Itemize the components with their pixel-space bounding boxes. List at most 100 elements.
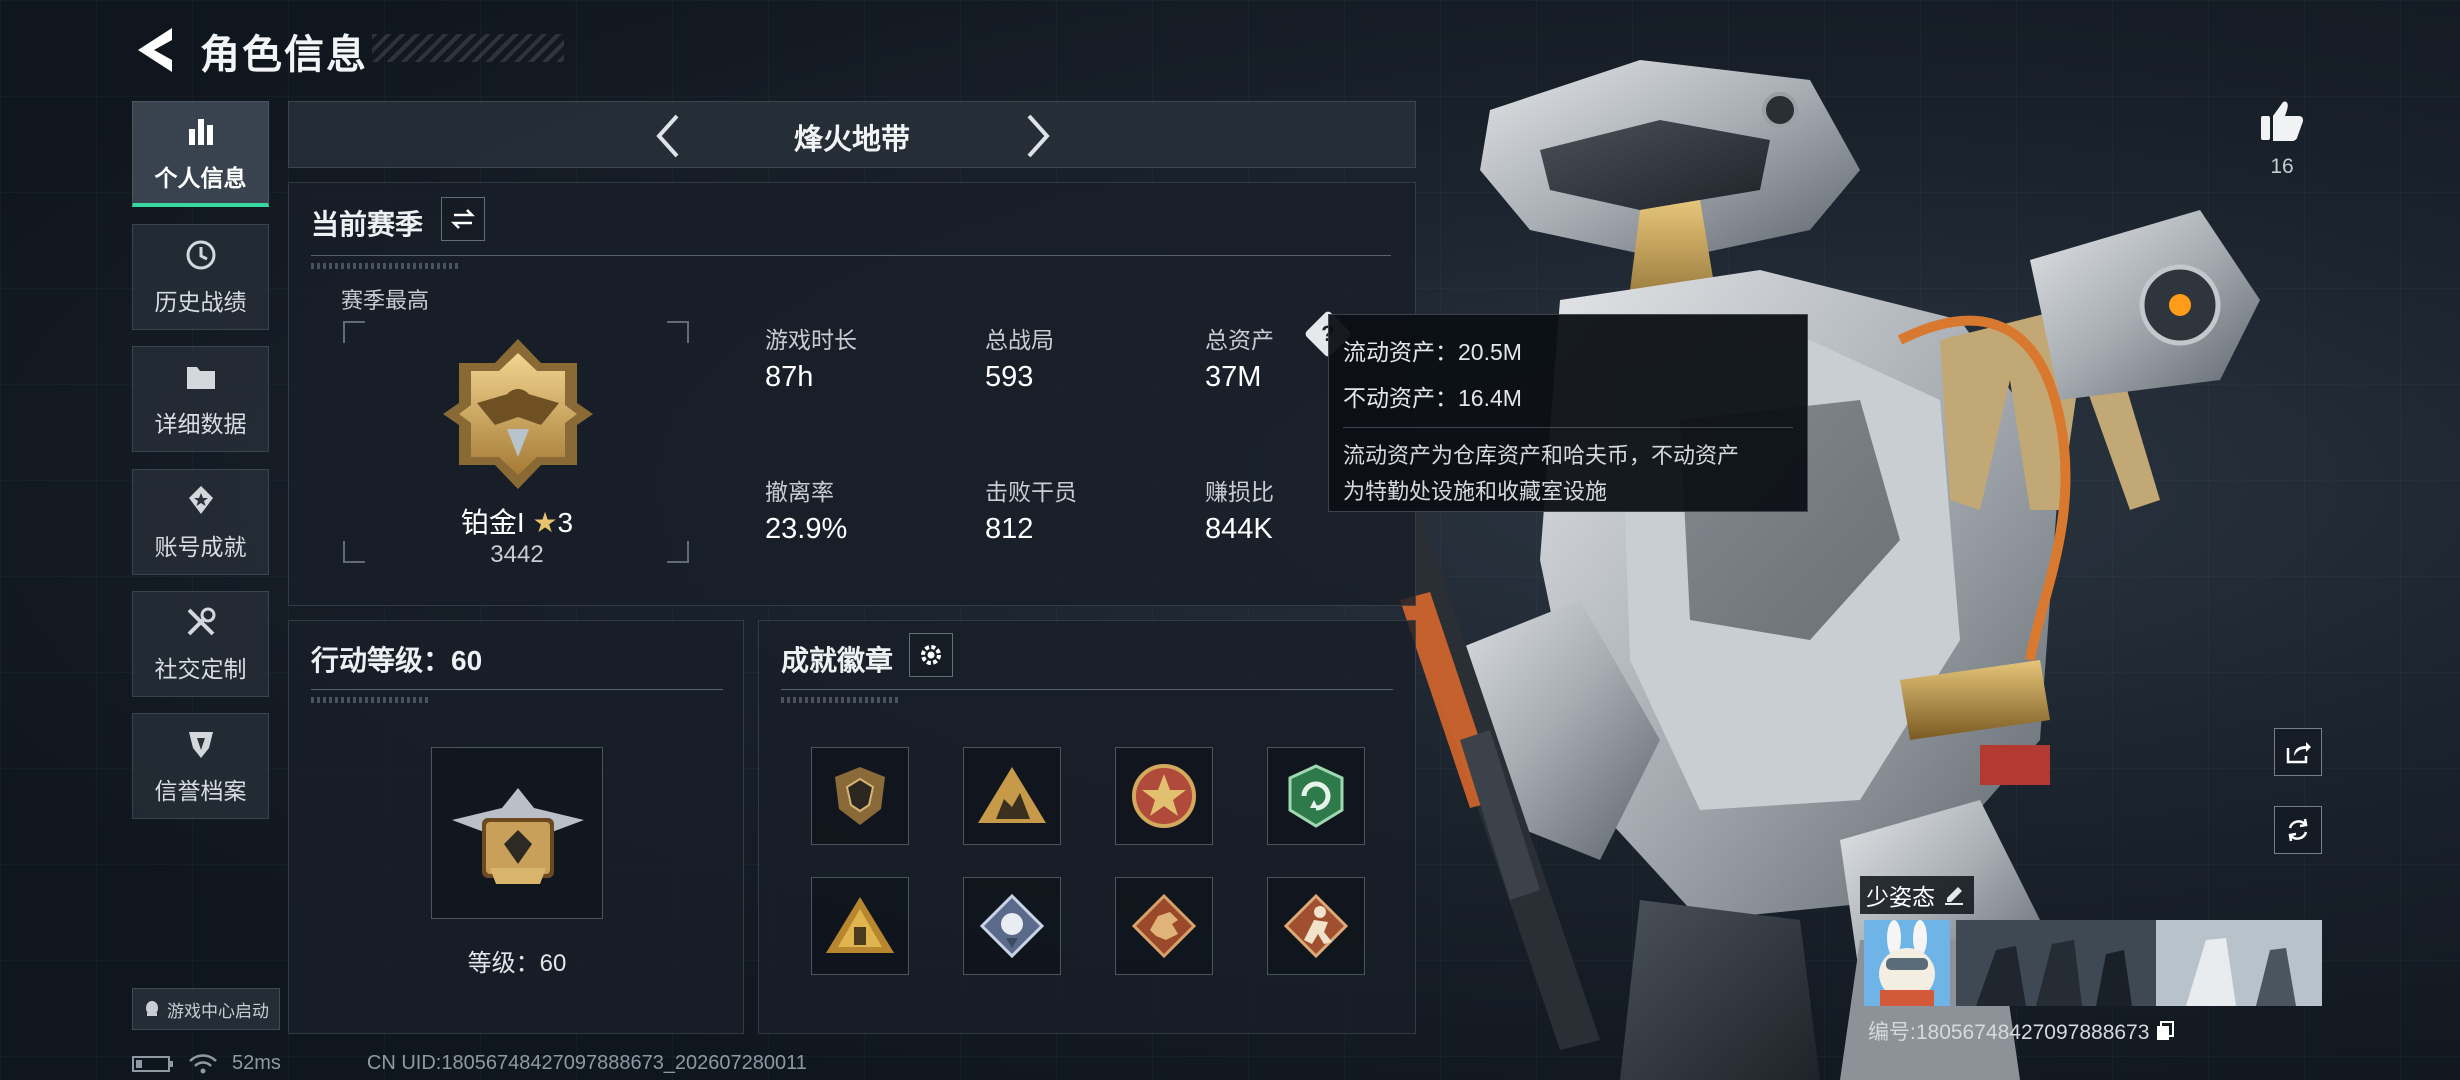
bar-chart-icon <box>188 118 213 145</box>
like-control[interactable]: 16 <box>2254 96 2310 179</box>
sidebar-item-label: 社交定制 <box>154 656 247 682</box>
edit-icon[interactable] <box>1943 884 1965 906</box>
profile-id: 编号:18056748427097888673 <box>1868 1016 2175 1046</box>
sidebar-item-label: 详细数据 <box>154 411 247 437</box>
decorative-text <box>311 697 431 703</box>
stat-label: 赚损比 <box>1205 479 1274 505</box>
stat-label: 总战局 <box>985 327 1054 353</box>
badges-title: 成就徽章 <box>781 645 894 676</box>
tooltip-liquid-assets: 流动资产：20.5M <box>1343 339 1522 365</box>
like-count: 16 <box>2270 155 2294 178</box>
level-emblem-frame <box>431 747 603 919</box>
badge-green-emblem[interactable] <box>1267 747 1365 845</box>
sidebar-item-history[interactable]: 历史战绩 <box>132 224 269 330</box>
action-level-panel: 行动等级：60 等级：60 <box>288 620 744 1034</box>
rank-star-icon: ★ <box>532 507 558 538</box>
sidebar-item-credit[interactable]: 信誉档案 <box>132 713 269 819</box>
badge-shield[interactable] <box>811 747 909 845</box>
rank-stars: 3 <box>557 507 574 538</box>
tooltip-description-line: 流动资产为仓库资产和哈夫币，不动资产 <box>1343 443 1740 468</box>
stat-value: 844K <box>1205 513 1273 545</box>
stat-label: 游戏时长 <box>765 327 857 353</box>
avatar[interactable] <box>1864 920 1950 1006</box>
sidebar-item-label: 个人信息 <box>154 164 247 191</box>
launch-label: 游戏中心启动 <box>167 1001 269 1021</box>
shield-badge-icon <box>835 767 885 825</box>
chevron-right-icon[interactable] <box>1017 110 1057 162</box>
soldier-badge-icon <box>1283 893 1349 959</box>
refresh-button[interactable] <box>2274 806 2322 854</box>
folder-icon <box>186 367 215 389</box>
sidebar-item-label: 历史战绩 <box>154 289 247 315</box>
action-level-title: 行动等级：60 <box>311 645 483 676</box>
wifi-icon <box>189 1053 217 1073</box>
achievement-badges-panel: 成就徽章 <box>758 620 1416 1034</box>
back-arrow-icon[interactable] <box>132 24 180 76</box>
dragon-badge-icon <box>1131 893 1197 959</box>
decorative-text <box>311 263 461 269</box>
frame-corner <box>343 321 365 343</box>
refresh-icon <box>2288 818 2308 842</box>
stat-value: 37M <box>1205 361 1262 393</box>
share-icon <box>2286 742 2311 764</box>
assets-tooltip: 流动资产：20.5M 不动资产：16.4M 流动资产为仓库资产和哈夫币，不动资产… <box>1328 314 1808 512</box>
badge-diamond-rose[interactable] <box>963 877 1061 975</box>
achievement-icon <box>188 486 213 514</box>
title-decoration <box>372 34 564 62</box>
sidebar-item-social[interactable]: 社交定制 <box>132 591 269 697</box>
season-best-label: 赛季最高 <box>341 288 430 313</box>
badge-soldier[interactable] <box>1267 877 1365 975</box>
pyramid-badge-icon <box>826 897 894 953</box>
green-emblem-badge-icon <box>1288 764 1344 828</box>
bunny-avatar-icon <box>1864 920 1950 1006</box>
sidebar-item-label: 信誉档案 <box>154 778 247 804</box>
sidebar-item-detail-data[interactable]: 详细数据 <box>132 346 269 452</box>
badge-pyramid[interactable] <box>811 877 909 975</box>
decorative-text <box>781 697 901 703</box>
qq-icon <box>146 1001 158 1016</box>
divider <box>311 255 1391 256</box>
profile-name-bar: 少姿态 <box>1860 876 1974 914</box>
badge-settings-button[interactable] <box>909 633 953 677</box>
stat-label: 总资产 <box>1205 327 1274 353</box>
sidebar-item-label: 账号成就 <box>154 534 247 560</box>
copy-icon[interactable] <box>2155 1020 2175 1042</box>
stat-value: 593 <box>985 361 1034 393</box>
rank-display: 铂金I ★3 <box>289 501 745 541</box>
shield-icon <box>188 732 213 758</box>
mode-selector: 烽火地带 <box>288 101 1416 168</box>
battery-icon <box>132 1055 173 1072</box>
thumbs-up-icon[interactable] <box>2257 96 2307 146</box>
game-center-launch-button[interactable]: 游戏中心启动 <box>132 988 280 1030</box>
profile-name: 少姿态 <box>1866 884 1935 910</box>
badge-dragon[interactable] <box>1115 877 1213 975</box>
tooltip-fixed-assets: 不动资产：16.4M <box>1343 385 1522 411</box>
divider <box>781 689 1393 690</box>
season-title: 当前赛季 <box>311 209 424 240</box>
page-title: 角色信息 <box>200 33 368 77</box>
stat-value: 87h <box>765 361 814 393</box>
stat-value: 23.9% <box>765 513 848 545</box>
sidebar-item-personal-info[interactable]: 个人信息 <box>132 101 269 207</box>
sidebar-item-achievements[interactable]: 账号成就 <box>132 469 269 575</box>
share-button[interactable] <box>2274 728 2322 776</box>
level-label: 等级：60 <box>467 950 567 977</box>
gear-icon <box>921 645 941 665</box>
triangle-badge-icon <box>978 767 1046 823</box>
operator-banner-image <box>1956 920 2322 1006</box>
star-medal-badge-icon <box>1132 764 1196 828</box>
profile-card: 少姿态 编号:18056748427097888673 <box>1860 876 2322 1044</box>
frame-corner <box>667 321 689 343</box>
uid-text: CN UID:18056748427097888673_202607280011 <box>366 1052 807 1074</box>
badge-triangle[interactable] <box>963 747 1061 845</box>
badge-star-medal[interactable] <box>1115 747 1213 845</box>
divider <box>1343 427 1793 428</box>
stat-label: 击败干员 <box>985 479 1077 505</box>
divider <box>311 689 723 690</box>
season-panel: 当前赛季 赛季最高 铂金I ★3 3442 游戏时长 87h 总战局 593 总… <box>288 182 1416 606</box>
history-icon <box>186 240 215 270</box>
stat-label: 撤离率 <box>765 479 834 505</box>
season-switch-button[interactable] <box>441 197 485 241</box>
stat-value: 812 <box>985 513 1034 545</box>
mode-name: 烽火地带 <box>793 124 910 156</box>
